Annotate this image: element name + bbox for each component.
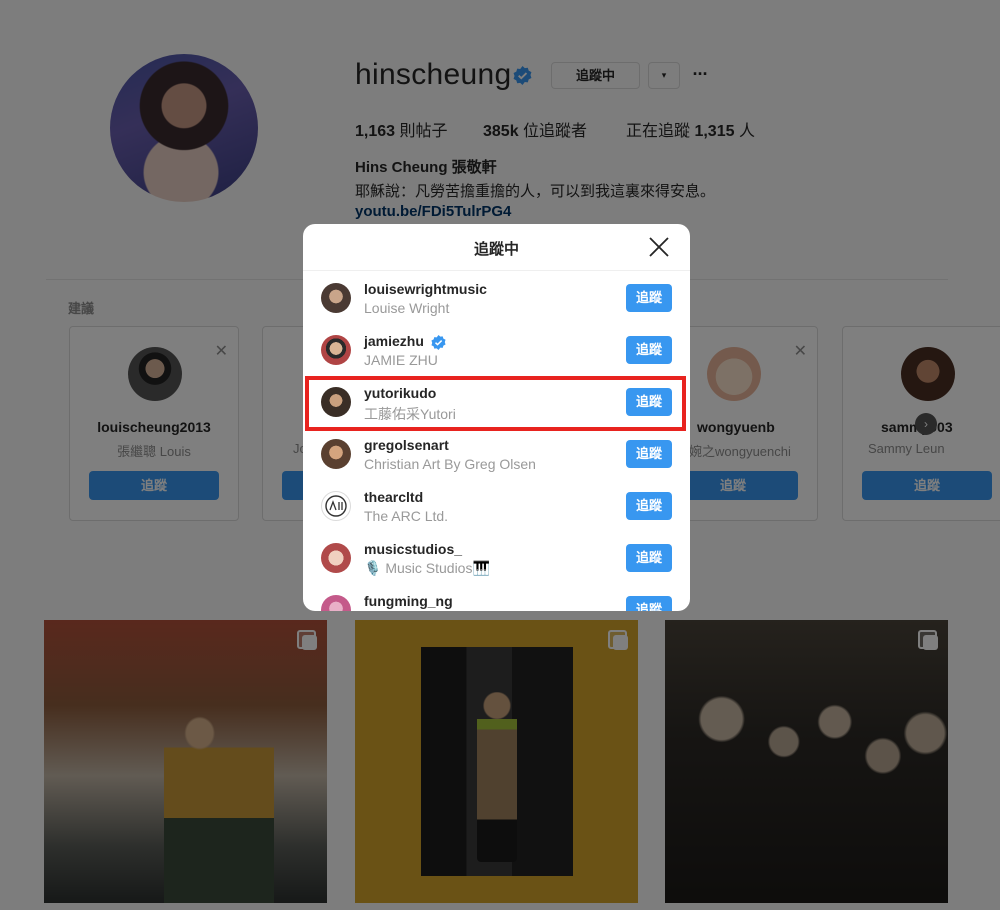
follow-button[interactable]: 追蹤 bbox=[626, 284, 672, 312]
list-username[interactable]: fungming_ng bbox=[364, 593, 453, 609]
user-avatar[interactable] bbox=[321, 283, 351, 313]
follow-button[interactable]: 追蹤 bbox=[626, 440, 672, 468]
follow-button[interactable]: 追蹤 bbox=[626, 492, 672, 520]
list-item: gregolsenart Christian Art By Greg Olsen… bbox=[303, 428, 690, 480]
list-fullname: Louise Wright bbox=[364, 300, 450, 316]
list-fullname: JAMIE ZHU bbox=[364, 352, 438, 368]
user-avatar[interactable] bbox=[321, 595, 351, 611]
list-username[interactable]: gregolsenart bbox=[364, 437, 449, 453]
user-avatar[interactable] bbox=[321, 335, 351, 365]
list-username[interactable]: louisewrightmusic bbox=[364, 281, 487, 297]
list-username[interactable]: jamiezhu bbox=[364, 333, 424, 349]
list-fullname: The ARC Ltd. bbox=[364, 508, 449, 524]
list-item: fungming_ng 追蹤 bbox=[303, 584, 690, 611]
close-icon[interactable] bbox=[648, 236, 670, 258]
follow-button[interactable]: 追蹤 bbox=[626, 336, 672, 364]
list-item: musicstudios_ 🎙️ Music Studios🎹 追蹤 bbox=[303, 532, 690, 584]
highlight-box bbox=[305, 376, 686, 431]
following-list[interactable]: louisewrightmusic Louise Wright 追蹤 jamie… bbox=[303, 272, 690, 611]
user-avatar[interactable] bbox=[321, 543, 351, 573]
list-username[interactable]: musicstudios_ bbox=[364, 541, 462, 557]
follow-button[interactable]: 追蹤 bbox=[626, 544, 672, 572]
verified-badge-icon bbox=[431, 335, 446, 350]
arc-logo-icon bbox=[325, 495, 347, 517]
list-item: thearcltd The ARC Ltd. 追蹤 bbox=[303, 480, 690, 532]
follow-button[interactable]: 追蹤 bbox=[626, 596, 672, 611]
list-fullname: 🎙️ Music Studios🎹 bbox=[364, 560, 490, 576]
user-avatar[interactable] bbox=[321, 439, 351, 469]
list-item: louisewrightmusic Louise Wright 追蹤 bbox=[303, 272, 690, 324]
list-item: jamiezhu JAMIE ZHU 追蹤 bbox=[303, 324, 690, 376]
modal-header: 追蹤中 bbox=[303, 224, 690, 271]
modal-title: 追蹤中 bbox=[473, 241, 519, 258]
user-avatar[interactable] bbox=[321, 491, 351, 521]
list-fullname: Christian Art By Greg Olsen bbox=[364, 456, 536, 472]
list-username[interactable]: thearcltd bbox=[364, 489, 423, 505]
